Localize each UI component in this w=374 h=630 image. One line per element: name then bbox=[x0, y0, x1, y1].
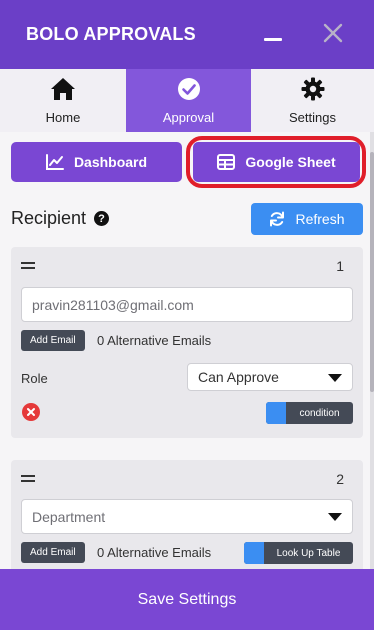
department-placeholder: Department bbox=[32, 508, 106, 525]
tab-settings-label: Settings bbox=[289, 109, 336, 125]
alternative-emails-count: 0 Alternative Emails bbox=[97, 333, 212, 348]
lookup-table-label: Look Up Table bbox=[276, 547, 341, 559]
gear-icon bbox=[301, 77, 325, 106]
drag-handle-icon[interactable] bbox=[21, 475, 35, 485]
table-icon bbox=[217, 154, 236, 170]
email-input[interactable]: pravin281103@gmail.com bbox=[21, 287, 353, 322]
role-select[interactable]: Can Approve bbox=[187, 363, 353, 391]
close-icon bbox=[27, 408, 35, 416]
minimize-icon[interactable] bbox=[264, 38, 282, 41]
toggle-knob bbox=[244, 542, 264, 564]
card-number: 1 bbox=[336, 258, 344, 274]
app-title: BOLO APPROVALS bbox=[26, 24, 196, 44]
recipient-card: 2 Department Add Email 0 Alternative Ema… bbox=[11, 460, 363, 569]
card-number: 2 bbox=[336, 471, 344, 487]
tab-home[interactable]: Home bbox=[0, 69, 126, 132]
home-icon bbox=[50, 77, 76, 106]
chevron-down-icon bbox=[328, 374, 342, 382]
tab-settings[interactable]: Settings bbox=[251, 69, 374, 132]
save-settings-label: Save Settings bbox=[137, 590, 237, 608]
condition-label: condition bbox=[299, 407, 340, 419]
recipient-title: Recipient bbox=[11, 208, 87, 228]
help-icon[interactable]: ? bbox=[94, 211, 110, 226]
add-email-button[interactable]: Add Email bbox=[21, 330, 85, 351]
dashboard-label: Dashboard bbox=[73, 154, 148, 170]
role-label: Role bbox=[21, 371, 48, 386]
chart-line-icon bbox=[45, 154, 64, 170]
check-circle-icon bbox=[177, 77, 201, 106]
chevron-down-icon bbox=[328, 513, 342, 521]
refresh-icon bbox=[269, 211, 285, 227]
google-sheet-label: Google Sheet bbox=[245, 154, 336, 170]
add-email-button[interactable]: Add Email bbox=[21, 542, 85, 563]
approval-content: Dashboard Google Sheet Recipient ? Refre bbox=[0, 132, 374, 569]
refresh-button[interactable]: Refresh bbox=[251, 203, 363, 235]
google-sheet-button[interactable]: Google Sheet bbox=[193, 142, 360, 182]
lookup-table-toggle[interactable]: Look Up Table bbox=[244, 542, 353, 564]
save-settings-button[interactable]: Save Settings bbox=[0, 569, 374, 630]
role-select-value: Can Approve bbox=[198, 369, 279, 385]
condition-toggle[interactable]: condition bbox=[266, 402, 353, 424]
recipient-card: 1 pravin281103@gmail.com Add Email 0 Alt… bbox=[11, 247, 363, 438]
tab-home-label: Home bbox=[45, 109, 81, 125]
app-header: BOLO APPROVALS bbox=[0, 0, 374, 69]
alternative-emails-count: 0 Alternative Emails bbox=[97, 545, 212, 560]
tab-approval-label: Approval bbox=[162, 109, 215, 125]
tab-approval[interactable]: Approval bbox=[126, 69, 251, 132]
remove-recipient-button[interactable] bbox=[22, 403, 40, 421]
content-scrollbar[interactable] bbox=[370, 132, 374, 569]
toggle-knob bbox=[266, 402, 286, 424]
drag-handle-icon[interactable] bbox=[21, 262, 35, 272]
main-tabs: Home Approval Settings bbox=[0, 69, 374, 132]
refresh-label: Refresh bbox=[295, 211, 345, 227]
close-icon[interactable] bbox=[320, 20, 346, 46]
department-select[interactable]: Department bbox=[21, 499, 353, 534]
recipient-heading: Recipient ? bbox=[11, 208, 110, 229]
dashboard-button[interactable]: Dashboard bbox=[11, 142, 182, 182]
